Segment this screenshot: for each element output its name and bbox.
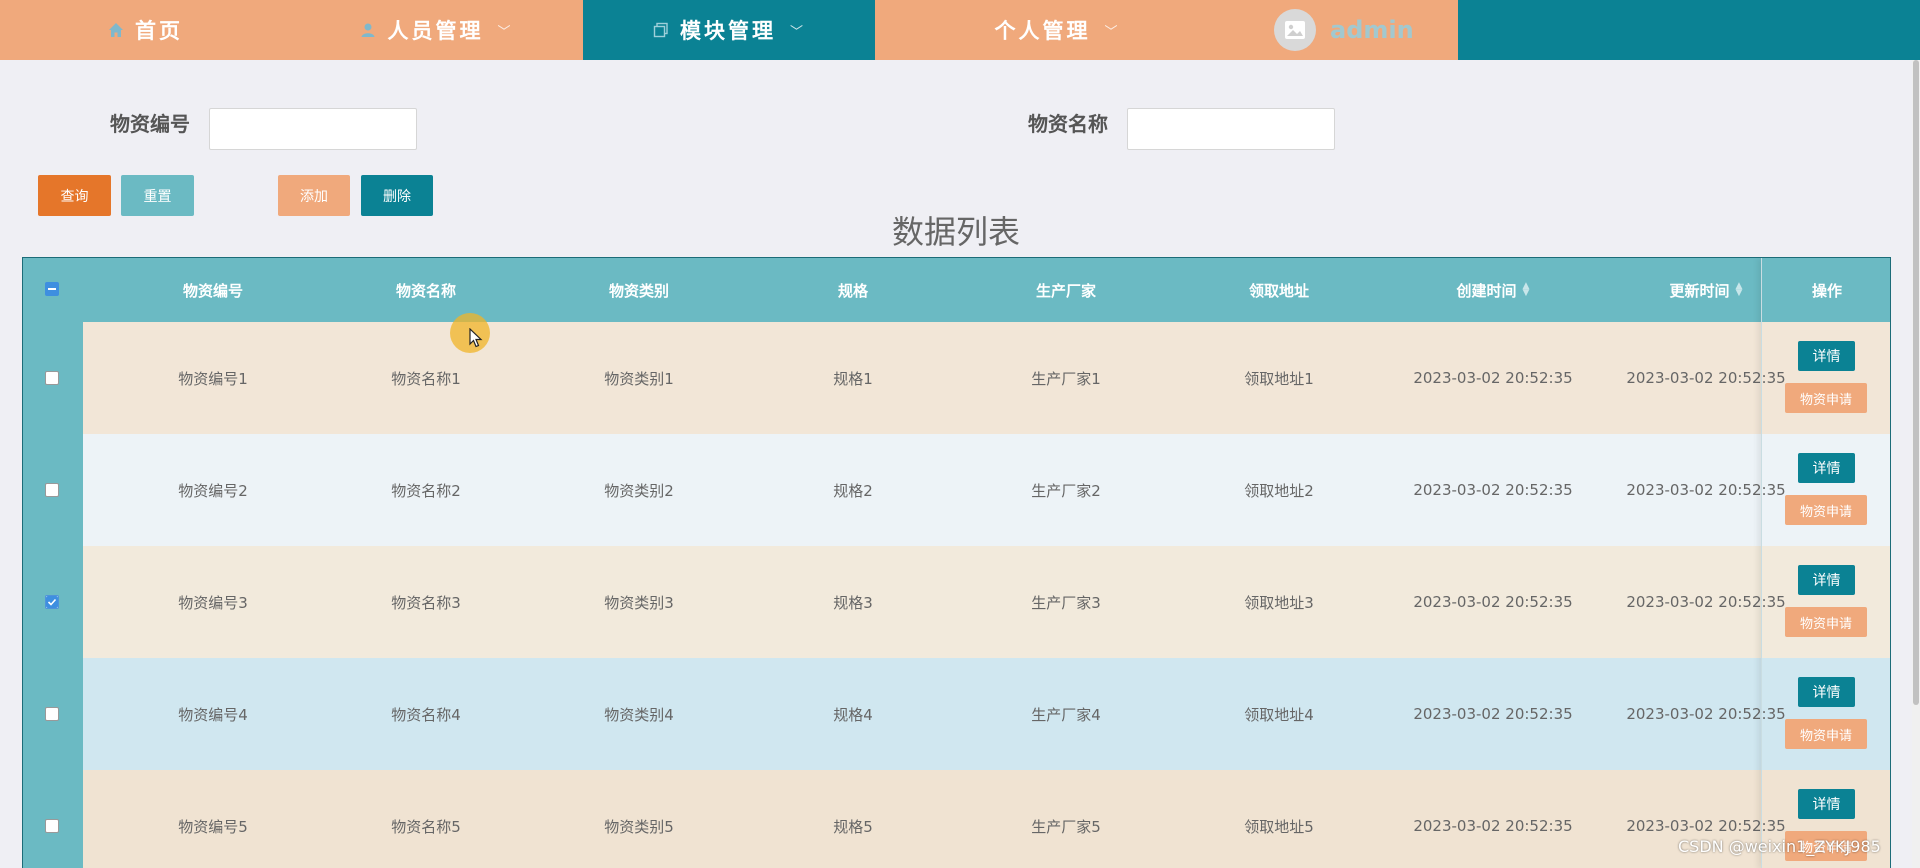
mouse-cursor-icon <box>469 328 483 348</box>
select-all-checkbox[interactable] <box>45 282 59 296</box>
module-icon <box>652 21 670 39</box>
chevron-down-icon: ﹀ <box>497 24 514 40</box>
cell-spec: 规格4 <box>833 705 873 724</box>
cell-maker: 生产厂家2 <box>1031 481 1101 500</box>
home-icon <box>107 21 125 39</box>
actions-column: 详情 物资申请 详情 物资申请 详情 物资申请 详情 物资申请 详情 物资申请 <box>1761 258 1890 868</box>
cell-name: 物资名称2 <box>391 481 461 500</box>
nav-personal-label: 个人管理 <box>994 19 1091 43</box>
cell-code: 物资编号1 <box>178 369 248 388</box>
cell-code: 物资编号4 <box>178 705 248 724</box>
nav-module[interactable]: 模块管理 ﹀ <box>583 0 875 60</box>
cell-created: 2023-03-02 20:52:35 <box>1413 593 1573 611</box>
cell-name: 物资名称1 <box>391 369 461 388</box>
cell-code: 物资编号2 <box>178 481 248 500</box>
username: admin <box>1330 16 1414 44</box>
cell-code: 物资编号5 <box>178 817 248 836</box>
detail-button[interactable]: 详情 <box>1798 677 1855 707</box>
checkbox-column <box>23 258 83 868</box>
cell-spec: 规格5 <box>833 817 873 836</box>
cell-created: 2023-03-02 20:52:35 <box>1413 817 1573 835</box>
detail-button[interactable]: 详情 <box>1798 341 1855 371</box>
material-name-input[interactable] <box>1127 108 1335 150</box>
chevron-down-icon: ﹀ <box>789 24 806 40</box>
cell-address: 领取地址4 <box>1244 705 1314 724</box>
detail-button[interactable]: 详情 <box>1798 789 1855 819</box>
table-row: 物资编号3 物资名称3 物资类别3 规格3 生产厂家3 领取地址3 2023-03-02 2… <box>23 546 1890 658</box>
row-checkbox[interactable] <box>45 707 59 721</box>
nav-personnel-label: 人员管理 <box>387 19 484 43</box>
th-created[interactable]: 创建时间 ▲ ▼ <box>1413 258 1573 322</box>
cell-category: 物资类别5 <box>604 817 674 836</box>
cell-name: 物资名称5 <box>391 817 461 836</box>
table-row: 物资编号1 物资名称1 物资类别1 规格1 生产厂家1 领取地址1 2023-03-02 2… <box>23 322 1890 434</box>
nav-personnel[interactable]: 人员管理 ﹀ <box>290 0 583 60</box>
nav-home[interactable]: 首页 <box>0 0 290 60</box>
cell-address: 领取地址2 <box>1244 481 1314 500</box>
table-row: 物资编号4 物资名称4 物资类别4 规格4 生产厂家4 领取地址4 2023-03-02 2… <box>23 658 1890 770</box>
row-checkbox[interactable] <box>45 819 59 833</box>
sort-icon[interactable]: ▲ ▼ <box>1523 282 1530 298</box>
cell-created: 2023-03-02 20:52:35 <box>1413 369 1573 387</box>
sort-icon[interactable]: ▲ ▼ <box>1736 282 1743 298</box>
cell-address: 领取地址5 <box>1244 817 1314 836</box>
nav-module-label: 模块管理 <box>679 19 776 43</box>
detail-button[interactable]: 详情 <box>1798 565 1855 595</box>
material-code-input[interactable] <box>209 108 417 150</box>
cell-maker: 生产厂家4 <box>1031 705 1101 724</box>
cell-category: 物资类别2 <box>604 481 674 500</box>
cell-spec: 规格3 <box>833 593 873 612</box>
cell-category: 物资类别1 <box>604 369 674 388</box>
material-apply-button[interactable]: 物资申请 <box>1785 719 1867 749</box>
cell-spec: 规格1 <box>833 369 873 388</box>
cell-code: 物资编号3 <box>178 593 248 612</box>
list-title: 数据列表 <box>891 213 1020 251</box>
table-row: 物资编号2 物资名称2 物资类别2 规格2 生产厂家2 领取地址2 2023-03-02 2… <box>23 434 1890 546</box>
material-code-label: 物资编号 <box>110 112 190 136</box>
material-apply-button[interactable]: 物资申请 <box>1785 383 1867 413</box>
cell-category: 物资类别3 <box>604 593 674 612</box>
avatar <box>1274 9 1316 51</box>
nav-personal[interactable]: 个人管理 ﹀ <box>875 0 1240 60</box>
watermark: CSDN @weixin1_ZYKJ985 <box>1678 837 1881 856</box>
cell-address: 领取地址1 <box>1244 369 1314 388</box>
indeterminate-icon <box>48 288 56 290</box>
user-icon <box>359 21 377 39</box>
row-checkbox[interactable] <box>45 595 59 609</box>
cell-spec: 规格2 <box>833 481 873 500</box>
data-table: 物资编号 物资名称 物资类别 规格 生产厂家 领取地址 创建时间 ▲ ▼ 更新时间… <box>22 257 1891 868</box>
chevron-down-icon: ﹀ <box>1104 24 1121 40</box>
cell-created: 2023-03-02 20:52:35 <box>1413 481 1573 499</box>
table-row: 物资编号5 物资名称5 物资类别5 规格5 生产厂家5 领取地址5 2023-03-02 2… <box>23 770 1890 868</box>
table-header: 物资编号 物资名称 物资类别 规格 生产厂家 领取地址 创建时间 ▲ ▼ 更新时间… <box>23 258 1890 322</box>
row-checkbox[interactable] <box>45 483 59 497</box>
row-checkbox[interactable] <box>45 371 59 385</box>
nav-home-label: 首页 <box>135 19 183 43</box>
cell-name: 物资名称4 <box>391 705 461 724</box>
scrollbar-thumb[interactable] <box>1913 60 1919 705</box>
cell-created: 2023-03-02 20:52:35 <box>1413 705 1573 723</box>
user-menu[interactable]: admin <box>1240 0 1458 60</box>
image-icon <box>1285 21 1305 39</box>
check-icon <box>46 596 58 608</box>
detail-button[interactable]: 详情 <box>1798 453 1855 483</box>
cell-maker: 生产厂家1 <box>1031 369 1101 388</box>
material-name-label: 物资名称 <box>1028 112 1108 136</box>
material-apply-button[interactable]: 物资申请 <box>1785 495 1867 525</box>
cell-address: 领取地址3 <box>1244 593 1314 612</box>
cell-category: 物资类别4 <box>604 705 674 724</box>
material-apply-button[interactable]: 物资申请 <box>1785 607 1867 637</box>
cell-maker: 生产厂家3 <box>1031 593 1101 612</box>
cell-maker: 生产厂家5 <box>1031 817 1101 836</box>
top-navbar: 首页 人员管理 ﹀ 模块管理 ﹀ 个人管理 ﹀ admin <box>0 0 1920 60</box>
cell-name: 物资名称3 <box>391 593 461 612</box>
